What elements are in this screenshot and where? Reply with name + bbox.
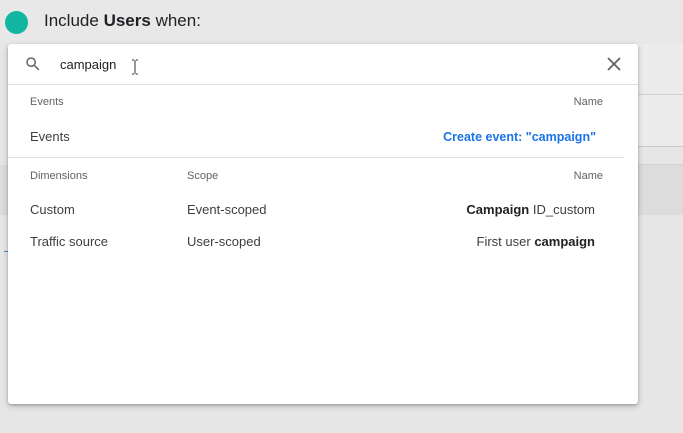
events-section-header: Events	[30, 96, 64, 108]
background-divider	[638, 146, 683, 147]
search-bar	[8, 44, 638, 85]
scope-column-header: Scope	[187, 170, 219, 182]
background-divider	[638, 94, 683, 95]
dimension-name-rest: ID_custom	[532, 202, 595, 217]
create-event-link[interactable]: Create event: "campaign"	[368, 129, 596, 145]
dimension-scope-value[interactable]: User-scoped	[187, 234, 261, 250]
background-band	[0, 165, 8, 215]
section-divider	[8, 157, 624, 158]
events-name-header: Name	[573, 96, 603, 108]
text-cursor-icon	[132, 59, 138, 75]
dimension-name-match: campaign	[534, 234, 595, 249]
background-band	[638, 165, 683, 215]
include-prefix: Include	[44, 11, 99, 30]
dimension-name-match: Campaign	[466, 202, 530, 217]
dimensions-section-header: Dimensions	[30, 170, 88, 182]
include-subject: Users	[103, 11, 151, 30]
include-condition-title: Include Users when:	[44, 11, 201, 31]
close-icon[interactable]	[606, 56, 622, 72]
dimension-name-prefix: First user	[476, 234, 531, 249]
dimension-category-label[interactable]: Custom	[30, 202, 75, 218]
dimension-scope-value[interactable]: Event-scoped	[187, 202, 267, 218]
background-header: Include Users when:	[0, 0, 683, 44]
dimension-category-label[interactable]: Traffic source	[30, 234, 108, 250]
include-suffix: when:	[155, 11, 201, 30]
search-icon	[26, 57, 40, 71]
search-input[interactable]	[60, 53, 460, 75]
status-dot	[5, 11, 28, 34]
dimension-name-campaign-id[interactable]: Campaign ID_custom	[368, 202, 595, 218]
name-column-header: Name	[573, 170, 603, 182]
dimension-name-first-user-campaign[interactable]: First user campaign	[368, 234, 595, 250]
events-row-label[interactable]: Events	[30, 129, 70, 145]
dimension-picker-dropdown: Events Name Events Create event: "campai…	[8, 44, 638, 404]
